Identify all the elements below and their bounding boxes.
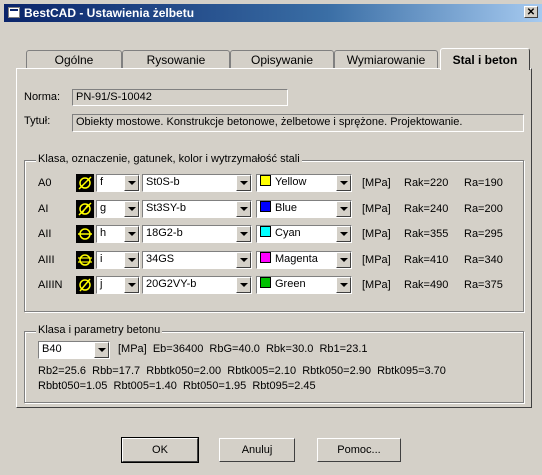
cancel-button[interactable]: Anuluj: [219, 438, 295, 462]
ok-button[interactable]: OK: [121, 437, 199, 463]
tab-panel: [16, 68, 532, 408]
close-button[interactable]: ✕: [524, 6, 538, 18]
tab-rysowanie[interactable]: Rysowanie: [122, 50, 230, 68]
dialog-window: BestCAD - Ustawienia żelbetu ✕ Ogólne Ry…: [0, 0, 542, 475]
title-bar: BestCAD - Ustawienia żelbetu ✕: [4, 4, 542, 22]
tab-opisywanie[interactable]: Opisywanie: [230, 50, 334, 68]
window-title: BestCAD - Ustawienia żelbetu: [24, 6, 195, 20]
tab-ogolne[interactable]: Ogólne: [26, 50, 122, 68]
app-icon: [8, 7, 20, 18]
tab-wymiarowanie[interactable]: Wymiarowanie: [334, 50, 438, 68]
help-button[interactable]: Pomoc...: [317, 438, 401, 462]
tab-stal-i-beton[interactable]: Stal i beton: [440, 48, 530, 70]
